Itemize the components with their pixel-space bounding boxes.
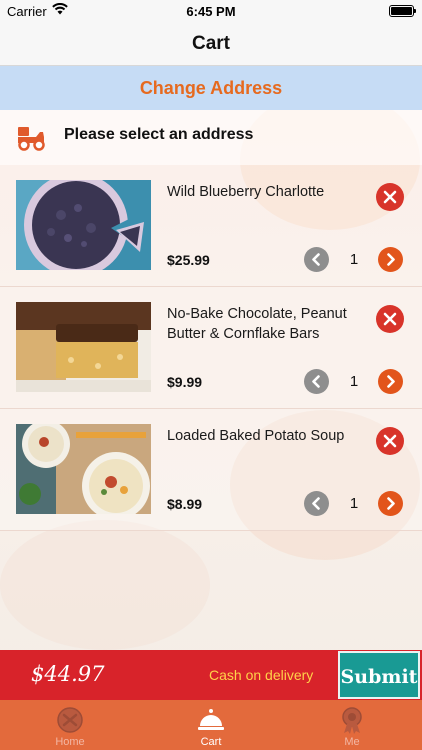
item-price: $8.99 (167, 496, 203, 512)
delivery-scooter-icon (16, 124, 46, 157)
tab-label: Home (55, 736, 85, 748)
chevron-right-icon (387, 253, 395, 266)
submit-order-button[interactable]: Submit (338, 651, 420, 699)
decrease-quantity-button[interactable] (304, 369, 329, 394)
item-name: Loaded Baked Potato Soup (167, 428, 345, 444)
tab-label: Cart (200, 736, 222, 748)
checkout-bar: $44.97 Cash on delivery Submit (0, 650, 422, 700)
remove-item-button[interactable] (376, 427, 404, 455)
payment-method-label[interactable]: Cash on delivery (209, 667, 313, 683)
item-price: $9.99 (167, 374, 203, 390)
cloche-icon (196, 706, 226, 734)
decrease-quantity-button[interactable] (304, 491, 329, 516)
item-quantity: 1 (349, 495, 359, 512)
tab-cart[interactable]: Cart (141, 700, 281, 750)
remove-item-button[interactable] (376, 305, 404, 333)
chevron-left-icon (312, 497, 320, 510)
page-title: Cart (191, 33, 230, 54)
navigation-bar: Cart (0, 22, 422, 66)
item-price: $25.99 (167, 252, 210, 268)
cart-item: No-Bake Chocolate, Peanut Butter & Cornf… (0, 287, 422, 409)
chevron-left-icon (312, 253, 320, 266)
cart-item-list: Wild Blueberry Charlotte $25.99 1 No-Bak… (0, 165, 422, 531)
profile-badge-icon (337, 706, 367, 734)
home-icon (55, 706, 85, 734)
increase-quantity-button[interactable] (378, 369, 403, 394)
close-icon (383, 312, 397, 326)
chevron-right-icon (387, 497, 395, 510)
item-quantity: 1 (349, 373, 359, 390)
chevron-right-icon (387, 375, 395, 388)
status-bar: Carrier 6:45 PM (0, 0, 422, 22)
cart-total: $44.97 (31, 662, 105, 686)
change-address-button[interactable]: Change Address (0, 66, 422, 110)
item-name: No-Bake Chocolate, Peanut Butter & Cornf… (167, 306, 347, 342)
background-decoration (0, 520, 210, 650)
item-name: Wild Blueberry Charlotte (167, 184, 325, 200)
chocolate-bars-image (16, 302, 151, 392)
chevron-left-icon (312, 375, 320, 388)
close-icon (383, 190, 397, 204)
tab-home[interactable]: Home (0, 700, 140, 750)
tab-label: Me (344, 736, 360, 748)
cart-item: Loaded Baked Potato Soup $8.99 1 (0, 409, 422, 531)
tab-bar: Home Cart Me (0, 700, 422, 750)
increase-quantity-button[interactable] (378, 491, 403, 516)
clock: 6:45 PM (186, 4, 236, 19)
decrease-quantity-button[interactable] (304, 247, 329, 272)
cart-item: Wild Blueberry Charlotte $25.99 1 (0, 165, 422, 287)
battery-icon (389, 5, 416, 17)
increase-quantity-button[interactable] (378, 247, 403, 272)
item-quantity: 1 (349, 251, 359, 268)
address-selector[interactable]: Please select an address (0, 110, 422, 165)
potato-soup-image (16, 424, 151, 514)
blueberry-charlotte-image (16, 180, 151, 270)
tab-me[interactable]: Me (282, 700, 422, 750)
close-icon (383, 434, 397, 448)
address-prompt-label: Please select an address (64, 126, 254, 143)
remove-item-button[interactable] (376, 183, 404, 211)
